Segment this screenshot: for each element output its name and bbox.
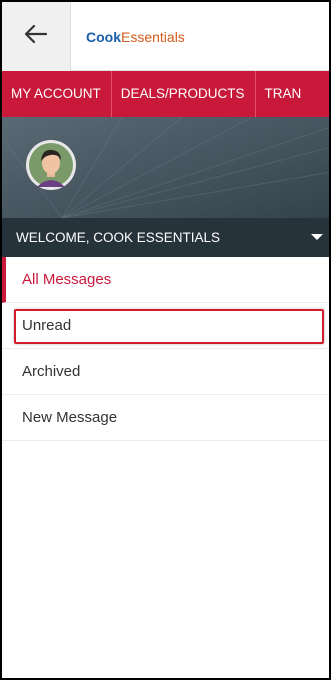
user-avatar-icon[interactable] (25, 139, 77, 196)
logo-text-cook: Cook (86, 29, 121, 45)
app-frame: CookEssentials MY ACCOUNT DEALS/PRODUCTS… (0, 0, 331, 680)
welcome-text: WELCOME, COOK ESSENTIALS (16, 230, 221, 245)
nav-item-my-account[interactable]: MY ACCOUNT (2, 71, 112, 117)
menu-item-archived[interactable]: Archived (2, 349, 329, 395)
selection-highlight (14, 309, 324, 344)
logo-text-essentials: Essentials (121, 29, 185, 45)
welcome-bar[interactable]: WELCOME, COOK ESSENTIALS (2, 218, 329, 257)
arrow-left-icon (24, 24, 48, 49)
top-bar: CookEssentials (2, 2, 329, 71)
menu-item-new-message[interactable]: New Message (2, 395, 329, 441)
nav-item-deals-products[interactable]: DEALS/PRODUCTS (112, 71, 256, 117)
profile-banner (2, 117, 329, 218)
nav-item-tran[interactable]: TRAN (256, 71, 312, 117)
main-nav: MY ACCOUNT DEALS/PRODUCTS TRAN (2, 71, 329, 117)
brand-logo[interactable]: CookEssentials (86, 29, 185, 45)
menu-item-all-messages[interactable]: All Messages (2, 257, 329, 303)
back-button[interactable] (2, 2, 71, 71)
messages-menu: All Messages Unread Archived New Message (2, 257, 329, 441)
chevron-down-icon[interactable] (311, 234, 323, 240)
